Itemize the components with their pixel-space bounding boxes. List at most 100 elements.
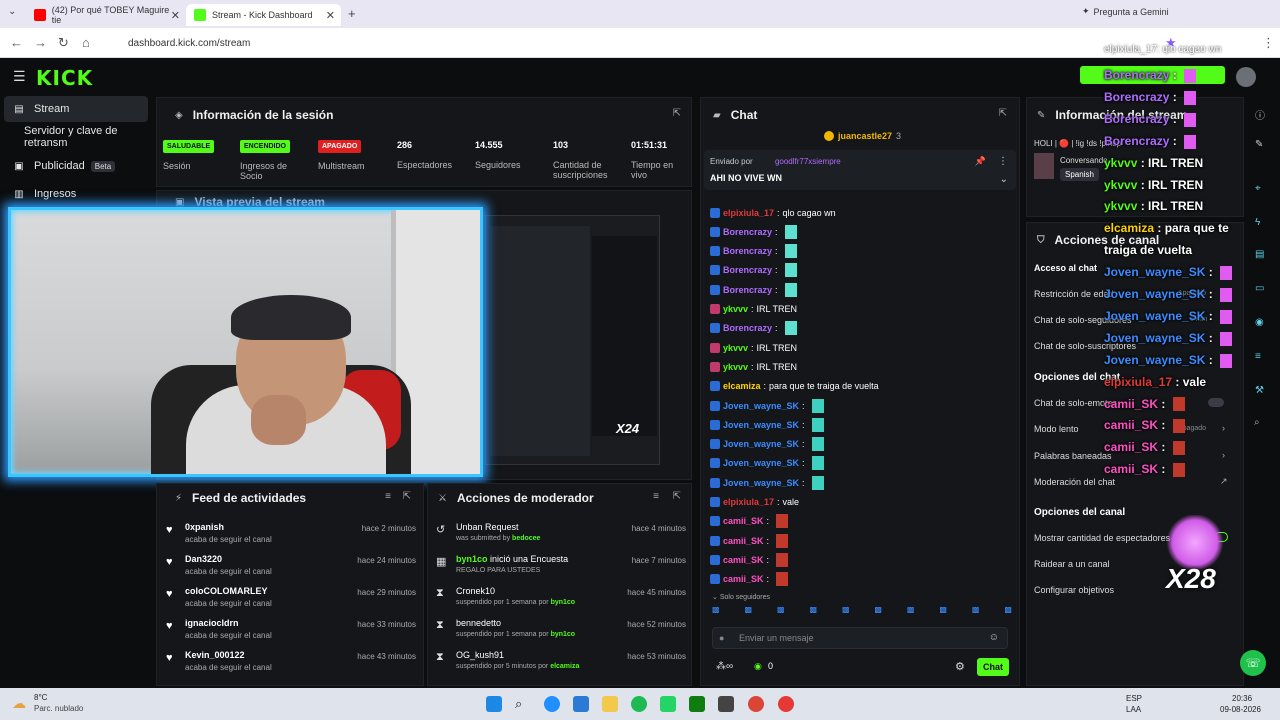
slow-mode-row[interactable]: Modo lento	[1034, 424, 1079, 434]
forward-icon[interactable]: →	[34, 35, 47, 50]
banned-words-row[interactable]: Palabras baneadas	[1034, 451, 1112, 461]
home-icon[interactable]: ⌂	[82, 35, 90, 50]
feed-user[interactable]: 0xpanish	[185, 522, 224, 532]
pencil-icon[interactable]: ✎	[1255, 139, 1263, 150]
chat-icon[interactable]: ▭	[1255, 283, 1264, 294]
age-restriction-row[interactable]: Restricción de edad	[1034, 289, 1114, 299]
feed-user[interactable]: ignaciocldrn	[185, 618, 239, 628]
sidebar-item-income[interactable]: ▥ Ingresos	[4, 181, 148, 207]
lang-indicator[interactable]: ESP	[1126, 694, 1142, 703]
emote-bar[interactable]: ▩ ▩ ▩ ▩ ▩ ▩ ▩ ▩ ▩ ▩	[712, 605, 1012, 623]
chat-username[interactable]: Joven_wayne_SK	[723, 439, 799, 449]
support-button[interactable]: ☏	[1240, 650, 1266, 676]
avatar[interactable]	[1236, 67, 1256, 87]
mod-name[interactable]: Cronek10	[456, 586, 495, 596]
sidebar-item-server-key[interactable]: Servidor y clave de retransm	[4, 124, 148, 150]
feed-user[interactable]: coloCOLOMARLEY	[185, 586, 268, 596]
external-link-icon[interactable]: ↗	[1220, 476, 1228, 487]
broadcast-icon[interactable]: ◉	[1255, 317, 1264, 328]
menu-dots-icon[interactable]: ⋮	[1262, 35, 1275, 51]
feed-user[interactable]: Kevin_000122	[185, 650, 245, 660]
edge-icon[interactable]	[544, 696, 560, 712]
chat-username[interactable]: Borencrazy	[723, 323, 772, 333]
emoji-icon[interactable]: ☺	[989, 632, 999, 643]
menu-dots-icon[interactable]: ⋮	[998, 156, 1008, 167]
expand-icon[interactable]: ⇱	[673, 108, 681, 119]
chat-username[interactable]: Joven_wayne_SK	[723, 478, 799, 488]
expand-icon[interactable]: ⇱	[673, 491, 681, 502]
filter-icon[interactable]: ≡	[653, 491, 659, 502]
chat-username[interactable]: elpixiula_17	[723, 497, 774, 507]
new-tab-icon[interactable]: +	[348, 6, 356, 21]
chat-username[interactable]: Joven_wayne_SK	[723, 458, 799, 468]
chat-username[interactable]: elcamiza	[723, 381, 761, 391]
send-chat-button[interactable]: Chat	[977, 658, 1009, 676]
raid-row[interactable]: Raidear a un canal	[1034, 559, 1110, 569]
stream-preview-video[interactable]: X24	[485, 215, 660, 465]
whatsapp-icon[interactable]	[660, 696, 676, 712]
chrome-icon[interactable]	[748, 696, 764, 712]
filter-icon[interactable]: ≡	[385, 491, 391, 502]
chat-username[interactable]: camii_SK	[723, 574, 764, 584]
pin-icon[interactable]: 📌	[975, 156, 986, 167]
feed-user[interactable]: Dan3220	[185, 554, 222, 564]
chevron-down-icon[interactable]: ⌄	[1000, 174, 1008, 185]
expand-icon[interactable]: ⇱	[999, 108, 1007, 119]
store-icon[interactable]	[573, 696, 589, 712]
target-icon[interactable]: ⌖	[1255, 183, 1261, 194]
chat-username[interactable]: camii_SK	[723, 536, 764, 546]
chat-username[interactable]: Joven_wayne_SK	[723, 401, 799, 411]
app-icon[interactable]	[718, 696, 734, 712]
spotify-icon[interactable]	[631, 696, 647, 712]
url-field[interactable]: dashboard.kick.com/stream	[110, 34, 1110, 52]
chevron-right-icon[interactable]: ›	[1222, 423, 1225, 433]
chat-username[interactable]: Borencrazy	[723, 227, 772, 237]
chat-username[interactable]: Joven_wayne_SK	[723, 420, 799, 430]
search-icon[interactable]: ⌕	[515, 696, 531, 712]
chat-moderation-row[interactable]: Moderación del chat	[1034, 477, 1115, 487]
chat-tools-icon[interactable]: ⁂∞	[716, 661, 733, 672]
back-icon[interactable]: ←	[10, 35, 23, 50]
xbox-icon[interactable]	[689, 696, 705, 712]
chat-username[interactable]: ykvvv	[723, 343, 748, 353]
chat-username[interactable]: ykvvv	[723, 304, 748, 314]
info-icon[interactable]: ⓘ	[1255, 107, 1265, 122]
top-user[interactable]: juancastle27	[838, 131, 892, 141]
show-viewers-row[interactable]: Mostrar cantidad de espectadores	[1034, 533, 1170, 543]
kick-logo[interactable]: KICK	[36, 66, 93, 90]
gear-icon[interactable]: ⚙	[955, 660, 965, 673]
chat-username[interactable]: camii_SK	[723, 516, 764, 526]
emotes-only-toggle[interactable]	[1208, 398, 1224, 407]
sidebar-item-stream[interactable]: ▤ Stream	[4, 96, 148, 122]
hamburger-icon[interactable]: ☰	[13, 68, 26, 85]
tab-youtube[interactable]: (42) Por qué TOBEY Maguire tie ✕	[26, 4, 186, 26]
windows-start-icon[interactable]	[486, 696, 502, 712]
goals-row[interactable]: Configurar objetivos	[1034, 585, 1114, 595]
gemini-button[interactable]: ✦ Pregunta a Gemini	[1082, 6, 1169, 17]
slider-icon[interactable]: ≡	[1255, 351, 1261, 362]
pinned-message[interactable]: Enviado por goodlfr77xsiempre AHI NO VIV…	[704, 150, 1016, 190]
expand-icon[interactable]: ⇱	[403, 491, 411, 502]
chat-username[interactable]: camii_SK	[723, 555, 764, 565]
chat-input[interactable]: ● Enviar un mensaje ☺	[712, 627, 1008, 649]
close-icon[interactable]: ✕	[171, 9, 180, 22]
clipboard-icon[interactable]: ▤	[1255, 249, 1264, 260]
mod-name[interactable]: byn1co inició una Encuesta	[456, 554, 568, 564]
search-icon[interactable]: ⌕	[1254, 417, 1260, 428]
reload-icon[interactable]: ↻	[58, 35, 69, 51]
bolt-icon[interactable]: ϟ	[1255, 217, 1260, 228]
tab-kick-dashboard[interactable]: Stream - Kick Dashboard ✕	[186, 4, 341, 26]
close-icon[interactable]: ✕	[326, 9, 335, 22]
mod-name[interactable]: Unban Request	[456, 522, 519, 532]
chevron-right-icon[interactable]: ›	[1222, 450, 1225, 460]
wrench-icon[interactable]: ⚒	[1255, 385, 1264, 396]
chat-username[interactable]: Borencrazy	[723, 246, 772, 256]
folder-icon[interactable]	[602, 696, 618, 712]
chat-username[interactable]: ykvvv	[723, 362, 748, 372]
chevron-down-icon[interactable]: ⌄	[8, 6, 16, 17]
mod-name[interactable]: OG_kush91	[456, 650, 504, 660]
obs-icon[interactable]	[778, 696, 794, 712]
chat-username[interactable]: Borencrazy	[723, 285, 772, 295]
sidebar-item-ads[interactable]: ▣ Publicidad Beta	[4, 153, 148, 179]
clock-time[interactable]: 20:36	[1232, 694, 1252, 703]
